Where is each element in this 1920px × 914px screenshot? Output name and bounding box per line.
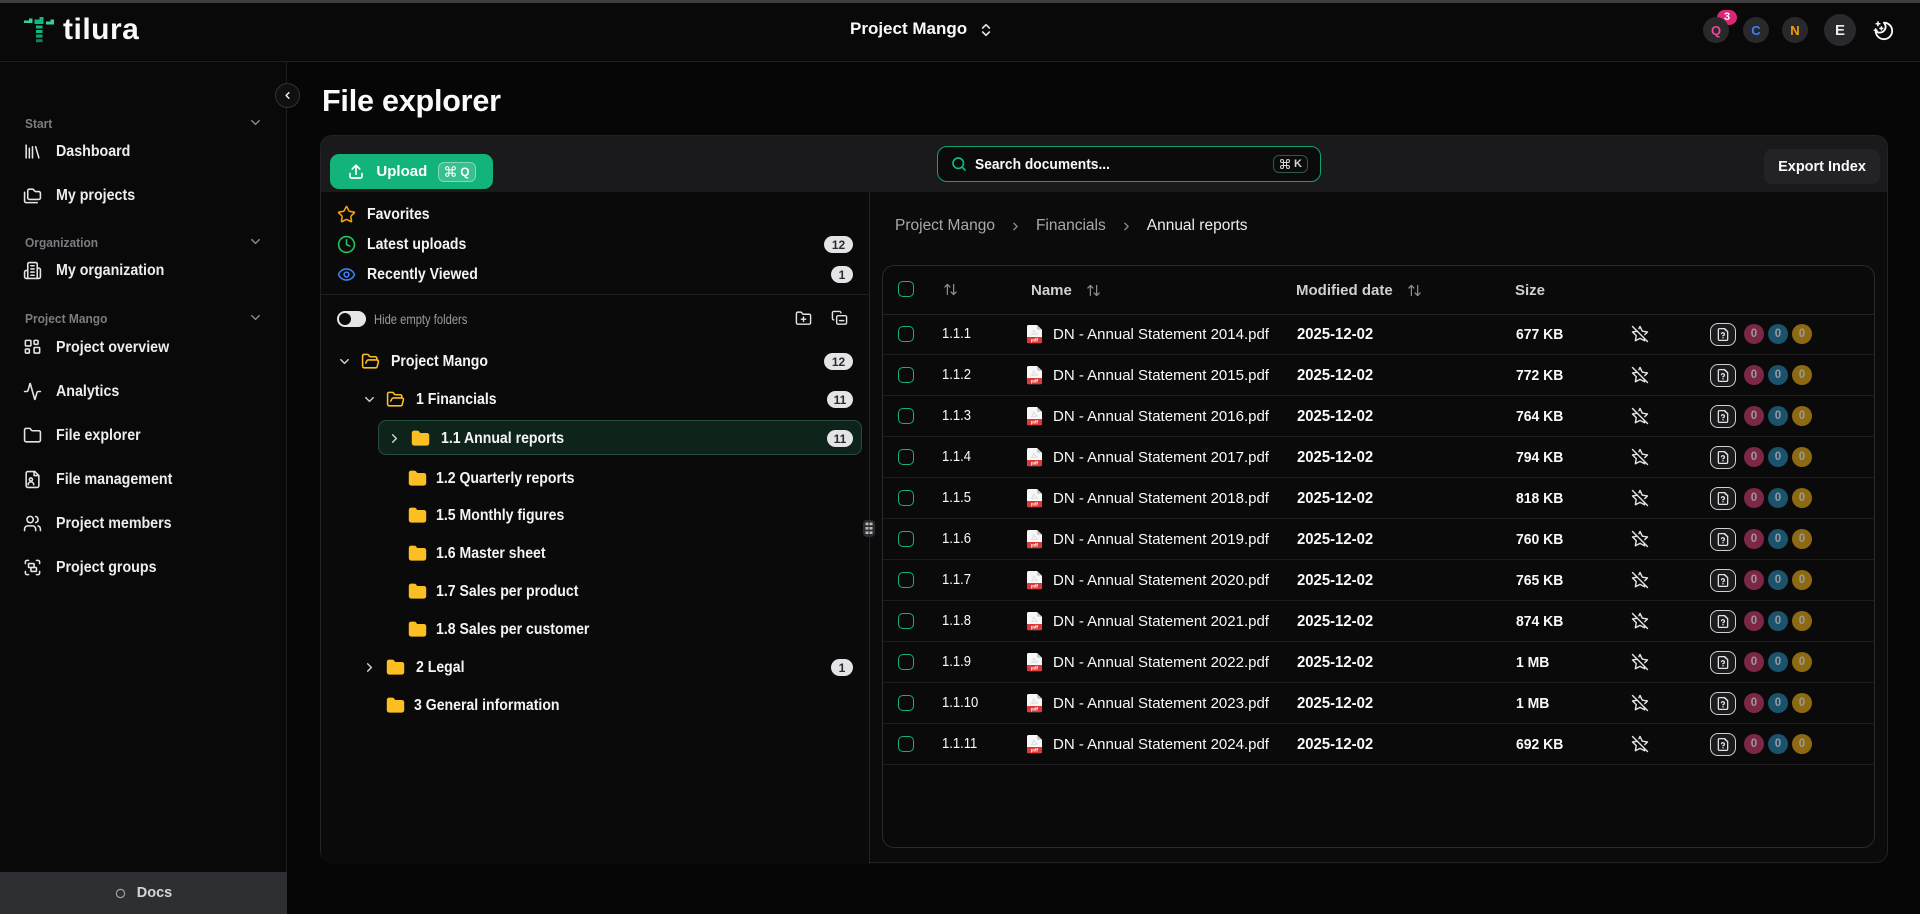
svg-text:pdf: pdf bbox=[1031, 379, 1039, 384]
svg-text:pdf: pdf bbox=[1031, 707, 1039, 712]
svg-text:pdf: pdf bbox=[1031, 338, 1039, 343]
svg-text:pdf: pdf bbox=[1031, 461, 1039, 466]
svg-text:pdf: pdf bbox=[1031, 502, 1039, 507]
svg-text:pdf: pdf bbox=[1031, 584, 1039, 589]
svg-text:pdf: pdf bbox=[1031, 666, 1039, 671]
svg-text:pdf: pdf bbox=[1031, 625, 1039, 630]
svg-text:pdf: pdf bbox=[1031, 543, 1039, 548]
svg-text:pdf: pdf bbox=[1031, 748, 1039, 753]
svg-text:pdf: pdf bbox=[1031, 420, 1039, 425]
